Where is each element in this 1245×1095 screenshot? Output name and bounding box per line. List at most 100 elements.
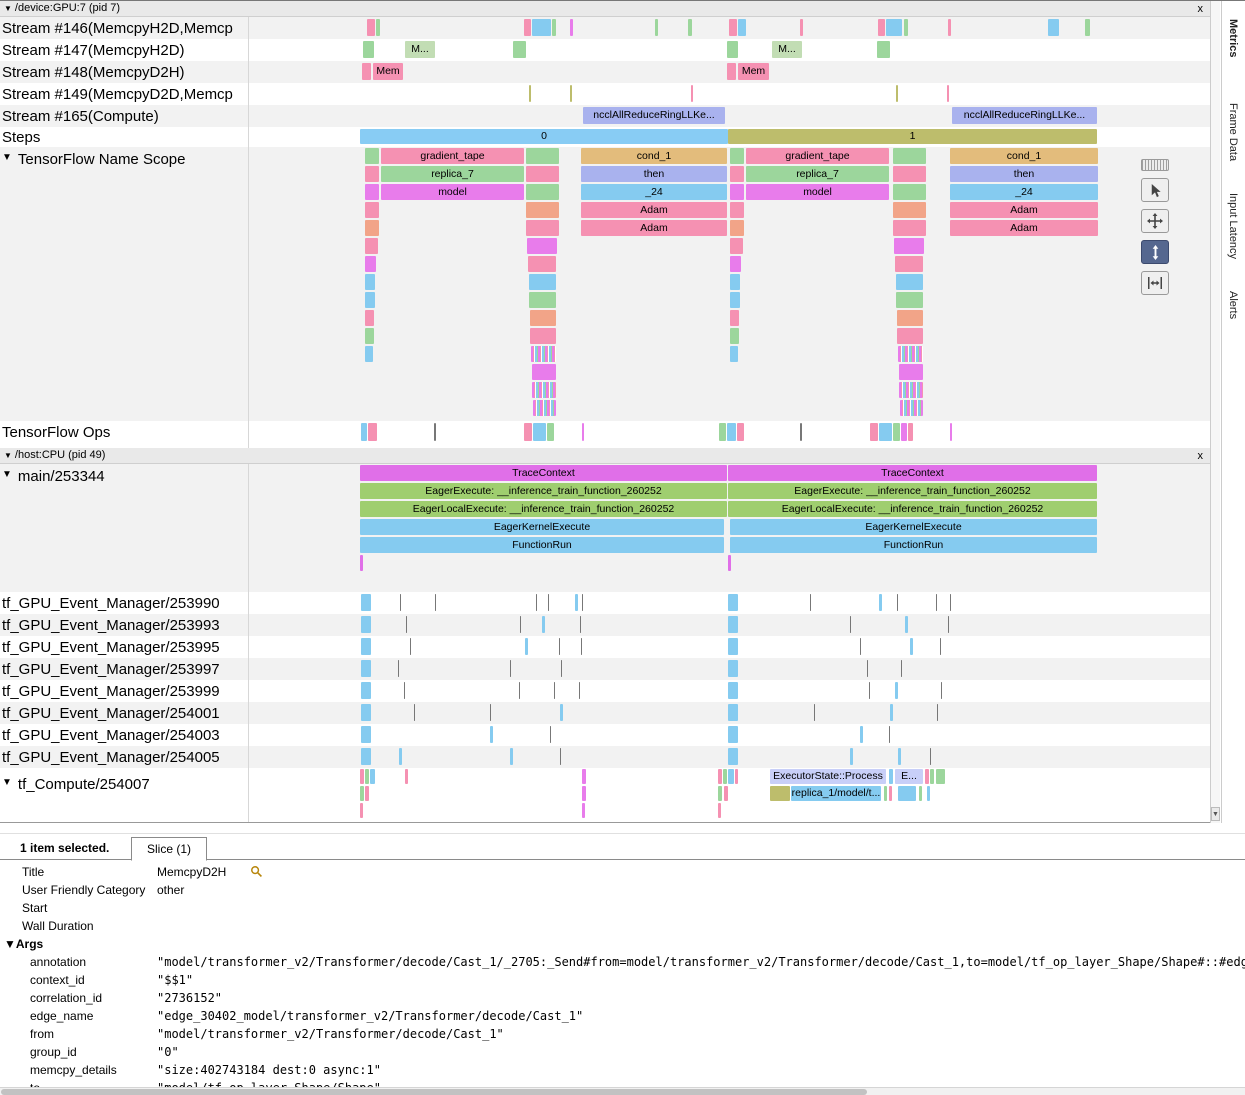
trace-slice[interactable] <box>688 19 692 36</box>
trace-slice[interactable]: TraceContext <box>360 465 727 481</box>
trace-slice[interactable] <box>770 786 790 801</box>
trace-slice[interactable] <box>570 85 572 102</box>
host-close-button[interactable]: x <box>1198 449 1204 464</box>
trace-slice[interactable] <box>730 328 739 344</box>
trace-slice[interactable]: model <box>381 184 524 200</box>
trace-slice[interactable] <box>559 638 560 655</box>
track-lane[interactable] <box>248 592 1210 614</box>
trace-slice[interactable] <box>360 555 363 571</box>
trace-slice[interactable] <box>950 594 951 611</box>
horizontal-scrollbar-thumb[interactable] <box>1 1089 867 1095</box>
flame-lane[interactable]: TraceContextTraceContextEagerExecute: __… <box>248 464 1210 592</box>
trace-slice[interactable] <box>529 292 556 308</box>
trace-slice[interactable]: EagerKernelExecute <box>360 519 724 535</box>
trace-slice[interactable] <box>526 220 559 236</box>
trace-slice[interactable] <box>727 63 736 80</box>
trace-slice[interactable] <box>529 85 531 102</box>
trace-slice[interactable] <box>1085 19 1090 36</box>
trace-slice[interactable] <box>435 594 436 611</box>
trace-slice[interactable]: then <box>581 166 727 182</box>
trace-slice[interactable] <box>948 616 949 633</box>
trace-slice[interactable] <box>400 594 401 611</box>
trace-slice[interactable] <box>368 423 377 441</box>
trace-slice[interactable] <box>370 769 375 784</box>
slice-tab[interactable]: Slice (1) <box>131 837 207 861</box>
collapse-triangle-icon[interactable]: ▼ <box>4 451 12 460</box>
trace-slice[interactable] <box>850 616 851 633</box>
trace-slice[interactable] <box>889 726 890 743</box>
trace-slice[interactable] <box>930 769 934 784</box>
trace-slice[interactable] <box>691 85 693 102</box>
trace-slice[interactable]: ncclAllReduceRingLLKe... <box>583 107 725 124</box>
trace-slice[interactable] <box>730 184 744 200</box>
trace-slice[interactable] <box>896 274 923 290</box>
trace-slice[interactable]: EagerLocalExecute: __inference_train_fun… <box>360 501 727 517</box>
trace-slice[interactable] <box>582 423 584 441</box>
trace-slice[interactable]: Mem <box>738 63 769 80</box>
trace-slice[interactable] <box>528 256 556 272</box>
trace-slice[interactable] <box>490 704 491 721</box>
trace-slice[interactable] <box>814 704 815 721</box>
track-lane[interactable] <box>248 83 1210 105</box>
trace-slice[interactable] <box>526 184 559 200</box>
tab-metrics[interactable]: Metrics <box>1227 19 1239 58</box>
trace-slice[interactable] <box>490 726 493 743</box>
track-lane[interactable]: MemMem <box>248 61 1210 83</box>
trace-slice[interactable] <box>728 660 738 677</box>
trace-slice[interactable] <box>526 202 559 218</box>
trace-slice[interactable] <box>1048 19 1059 36</box>
trace-slice[interactable] <box>434 423 436 441</box>
trace-slice[interactable] <box>718 803 721 818</box>
trace-slice[interactable] <box>910 638 913 655</box>
trace-slice[interactable] <box>889 769 893 784</box>
track-lane[interactable]: 01 <box>248 127 1210 147</box>
trace-slice[interactable] <box>533 423 546 441</box>
trace-slice[interactable] <box>893 184 926 200</box>
trace-slice[interactable] <box>724 786 728 801</box>
trace-slice[interactable] <box>728 638 738 655</box>
trace-slice[interactable] <box>877 41 890 58</box>
trace-slice[interactable] <box>898 346 923 362</box>
args-header-label[interactable]: ▼Args <box>4 937 43 951</box>
trace-slice[interactable] <box>527 238 557 254</box>
trace-slice[interactable]: E... <box>895 769 923 784</box>
trace-slice[interactable] <box>363 41 374 58</box>
trace-slice[interactable]: cond_1 <box>950 148 1098 164</box>
trace-slice[interactable]: M... <box>772 41 802 58</box>
trace-slice[interactable] <box>936 594 937 611</box>
trace-slice[interactable] <box>719 423 726 441</box>
trace-slice[interactable] <box>727 41 738 58</box>
trace-slice[interactable] <box>897 328 923 344</box>
trace-slice[interactable] <box>730 274 740 290</box>
trace-slice[interactable] <box>893 423 900 441</box>
trace-slice[interactable]: then <box>950 166 1098 182</box>
trace-slice[interactable] <box>860 638 861 655</box>
track-lane[interactable] <box>248 658 1210 680</box>
trace-slice[interactable] <box>582 769 586 784</box>
trace-slice[interactable]: gradient_tape <box>381 148 524 164</box>
trace-slice[interactable] <box>361 638 371 655</box>
track-lane[interactable] <box>248 724 1210 746</box>
trace-slice[interactable]: TraceContext <box>728 465 1097 481</box>
trace-slice[interactable] <box>398 660 399 677</box>
trace-slice[interactable] <box>908 423 913 441</box>
trace-slice[interactable] <box>896 292 923 308</box>
trace-slice[interactable]: FunctionRun <box>730 537 1097 553</box>
tool-panel-drag-handle[interactable] <box>1141 159 1169 171</box>
trace-slice[interactable] <box>879 594 882 611</box>
trace-slice[interactable] <box>365 346 373 362</box>
trace-slice[interactable]: 1 <box>728 129 1097 144</box>
zoom-tool-button[interactable] <box>1141 240 1169 264</box>
tab-input-latency[interactable]: Input Latency <box>1227 193 1239 259</box>
trace-slice[interactable] <box>376 19 380 36</box>
trace-slice[interactable] <box>365 238 378 254</box>
trace-slice[interactable] <box>890 704 893 721</box>
flame-lane[interactable]: gradient_tapecond_1gradient_tapecond_1re… <box>248 147 1210 421</box>
trace-slice[interactable] <box>582 786 586 801</box>
trace-slice[interactable]: _24 <box>581 184 727 200</box>
trace-slice[interactable] <box>898 748 901 765</box>
trace-slice[interactable] <box>406 616 407 633</box>
collapse-triangle-icon[interactable]: ▼ <box>2 777 12 788</box>
trace-slice[interactable] <box>718 786 722 801</box>
trace-slice[interactable] <box>530 328 556 344</box>
